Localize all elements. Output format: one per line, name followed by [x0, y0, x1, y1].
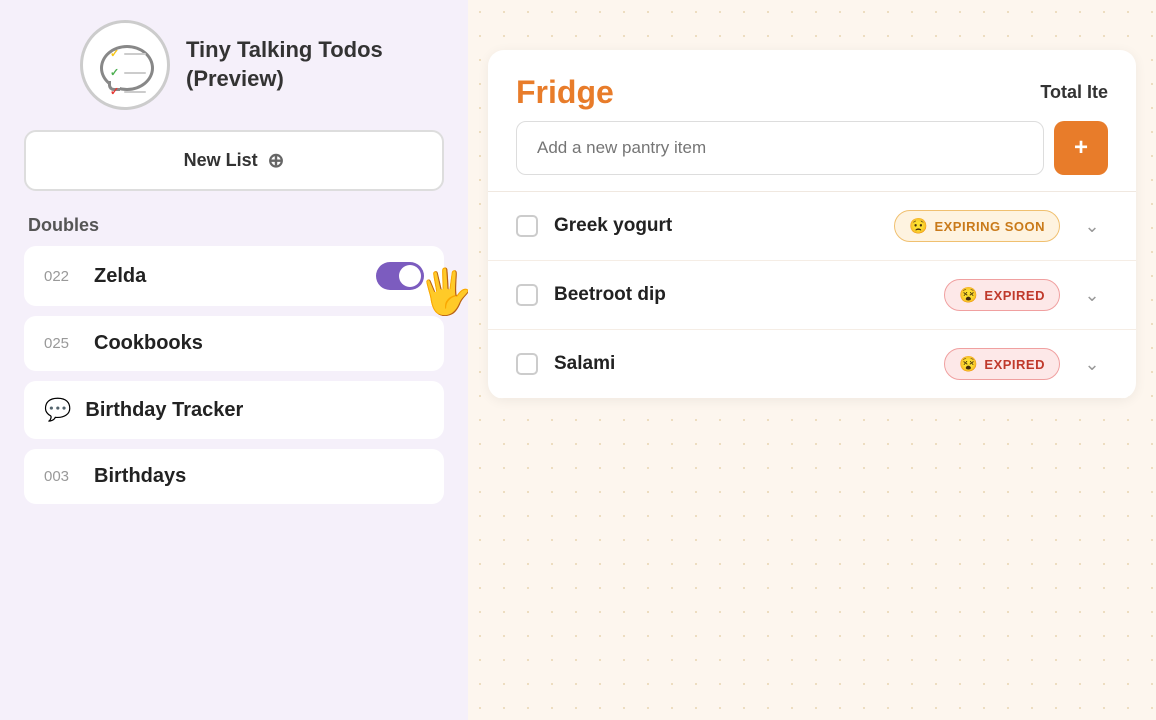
expired-label-1: EXPIRED — [984, 288, 1045, 303]
expiring-emoji: 😟 — [909, 217, 928, 235]
new-list-button[interactable]: New List ⊕ — [24, 130, 444, 191]
item-name-cookbooks: Cookbooks — [94, 332, 203, 355]
checkbox-salami[interactable] — [516, 353, 538, 375]
chat-icon: 💬 — [44, 397, 71, 423]
toggle-knob-zelda — [399, 265, 421, 287]
item-name-zelda: Zelda — [94, 265, 146, 288]
item-name-greek-yogurt: Greek yogurt — [554, 215, 878, 237]
checkbox-greek-yogurt[interactable] — [516, 215, 538, 237]
add-item-input[interactable] — [516, 121, 1044, 175]
status-badge-greek-yogurt: 😟 EXPIRING SOON — [894, 210, 1060, 242]
fridge-title: Fridge — [516, 74, 614, 111]
pantry-item-greek-yogurt: Greek yogurt 😟 EXPIRING SOON ⌄ — [488, 192, 1136, 261]
expand-beetroot-dip[interactable]: ⌄ — [1076, 279, 1108, 311]
item-number-zelda: 022 — [44, 268, 80, 285]
app-title: Tiny Talking Todos (Preview) — [186, 36, 444, 93]
expired-emoji-1: 😵 — [959, 286, 978, 304]
add-item-row: + — [488, 121, 1136, 191]
plus-icon: ⊕ — [268, 148, 285, 173]
list-item-birthdays[interactable]: 003 Birthdays — [24, 449, 444, 504]
list-item-cookbooks[interactable]: 025 Cookbooks — [24, 316, 444, 371]
expired-emoji-2: 😵 — [959, 355, 978, 373]
sidebar: ✓ ✓ ✓ Tiny Talking Todos ( — [0, 0, 468, 720]
expiring-label: EXPIRING SOON — [934, 219, 1045, 234]
list-item-birthday-tracker[interactable]: 💬 Birthday Tracker — [24, 381, 444, 439]
fridge-panel: Fridge Total Ite + Greek yogurt 😟 EXPIRI… — [488, 50, 1136, 399]
item-name-birthday-tracker: Birthday Tracker — [85, 399, 243, 422]
list-item-zelda[interactable]: 022 Zelda 🖐 — [24, 246, 444, 306]
status-badge-beetroot-dip: 😵 EXPIRED — [944, 279, 1060, 311]
expired-label-2: EXPIRED — [984, 357, 1045, 372]
item-name-beetroot-dip: Beetroot dip — [554, 284, 928, 306]
section-doubles-label: Doubles — [24, 215, 444, 236]
item-name-birthdays: Birthdays — [94, 465, 186, 488]
fridge-header: Fridge Total Ite — [488, 50, 1136, 121]
add-item-button[interactable]: + — [1054, 121, 1108, 175]
status-badge-salami: 😵 EXPIRED — [944, 348, 1060, 380]
app-logo: ✓ ✓ ✓ — [80, 20, 170, 110]
pantry-item-salami: Salami 😵 EXPIRED ⌄ — [488, 330, 1136, 399]
pantry-list: Greek yogurt 😟 EXPIRING SOON ⌄ Beetroot … — [488, 191, 1136, 399]
pantry-item-beetroot-dip: Beetroot dip 😵 EXPIRED ⌄ — [488, 261, 1136, 330]
checkbox-beetroot-dip[interactable] — [516, 284, 538, 306]
item-number-birthdays: 003 — [44, 468, 80, 485]
toggle-zelda[interactable] — [376, 262, 424, 290]
item-name-salami: Salami — [554, 353, 928, 375]
total-items-label: Total Ite — [1040, 82, 1108, 103]
sidebar-content: New List ⊕ Doubles 022 Zelda 🖐 025 Cookb… — [0, 130, 468, 720]
expand-salami[interactable]: ⌄ — [1076, 348, 1108, 380]
logo-area: ✓ ✓ ✓ Tiny Talking Todos ( — [0, 0, 468, 130]
expand-greek-yogurt[interactable]: ⌄ — [1076, 210, 1108, 242]
main-content: Fridge Total Ite + Greek yogurt 😟 EXPIRI… — [468, 0, 1156, 720]
item-number-cookbooks: 025 — [44, 335, 80, 352]
toggle-switch-zelda[interactable] — [376, 262, 424, 290]
new-list-label: New List — [184, 150, 258, 171]
